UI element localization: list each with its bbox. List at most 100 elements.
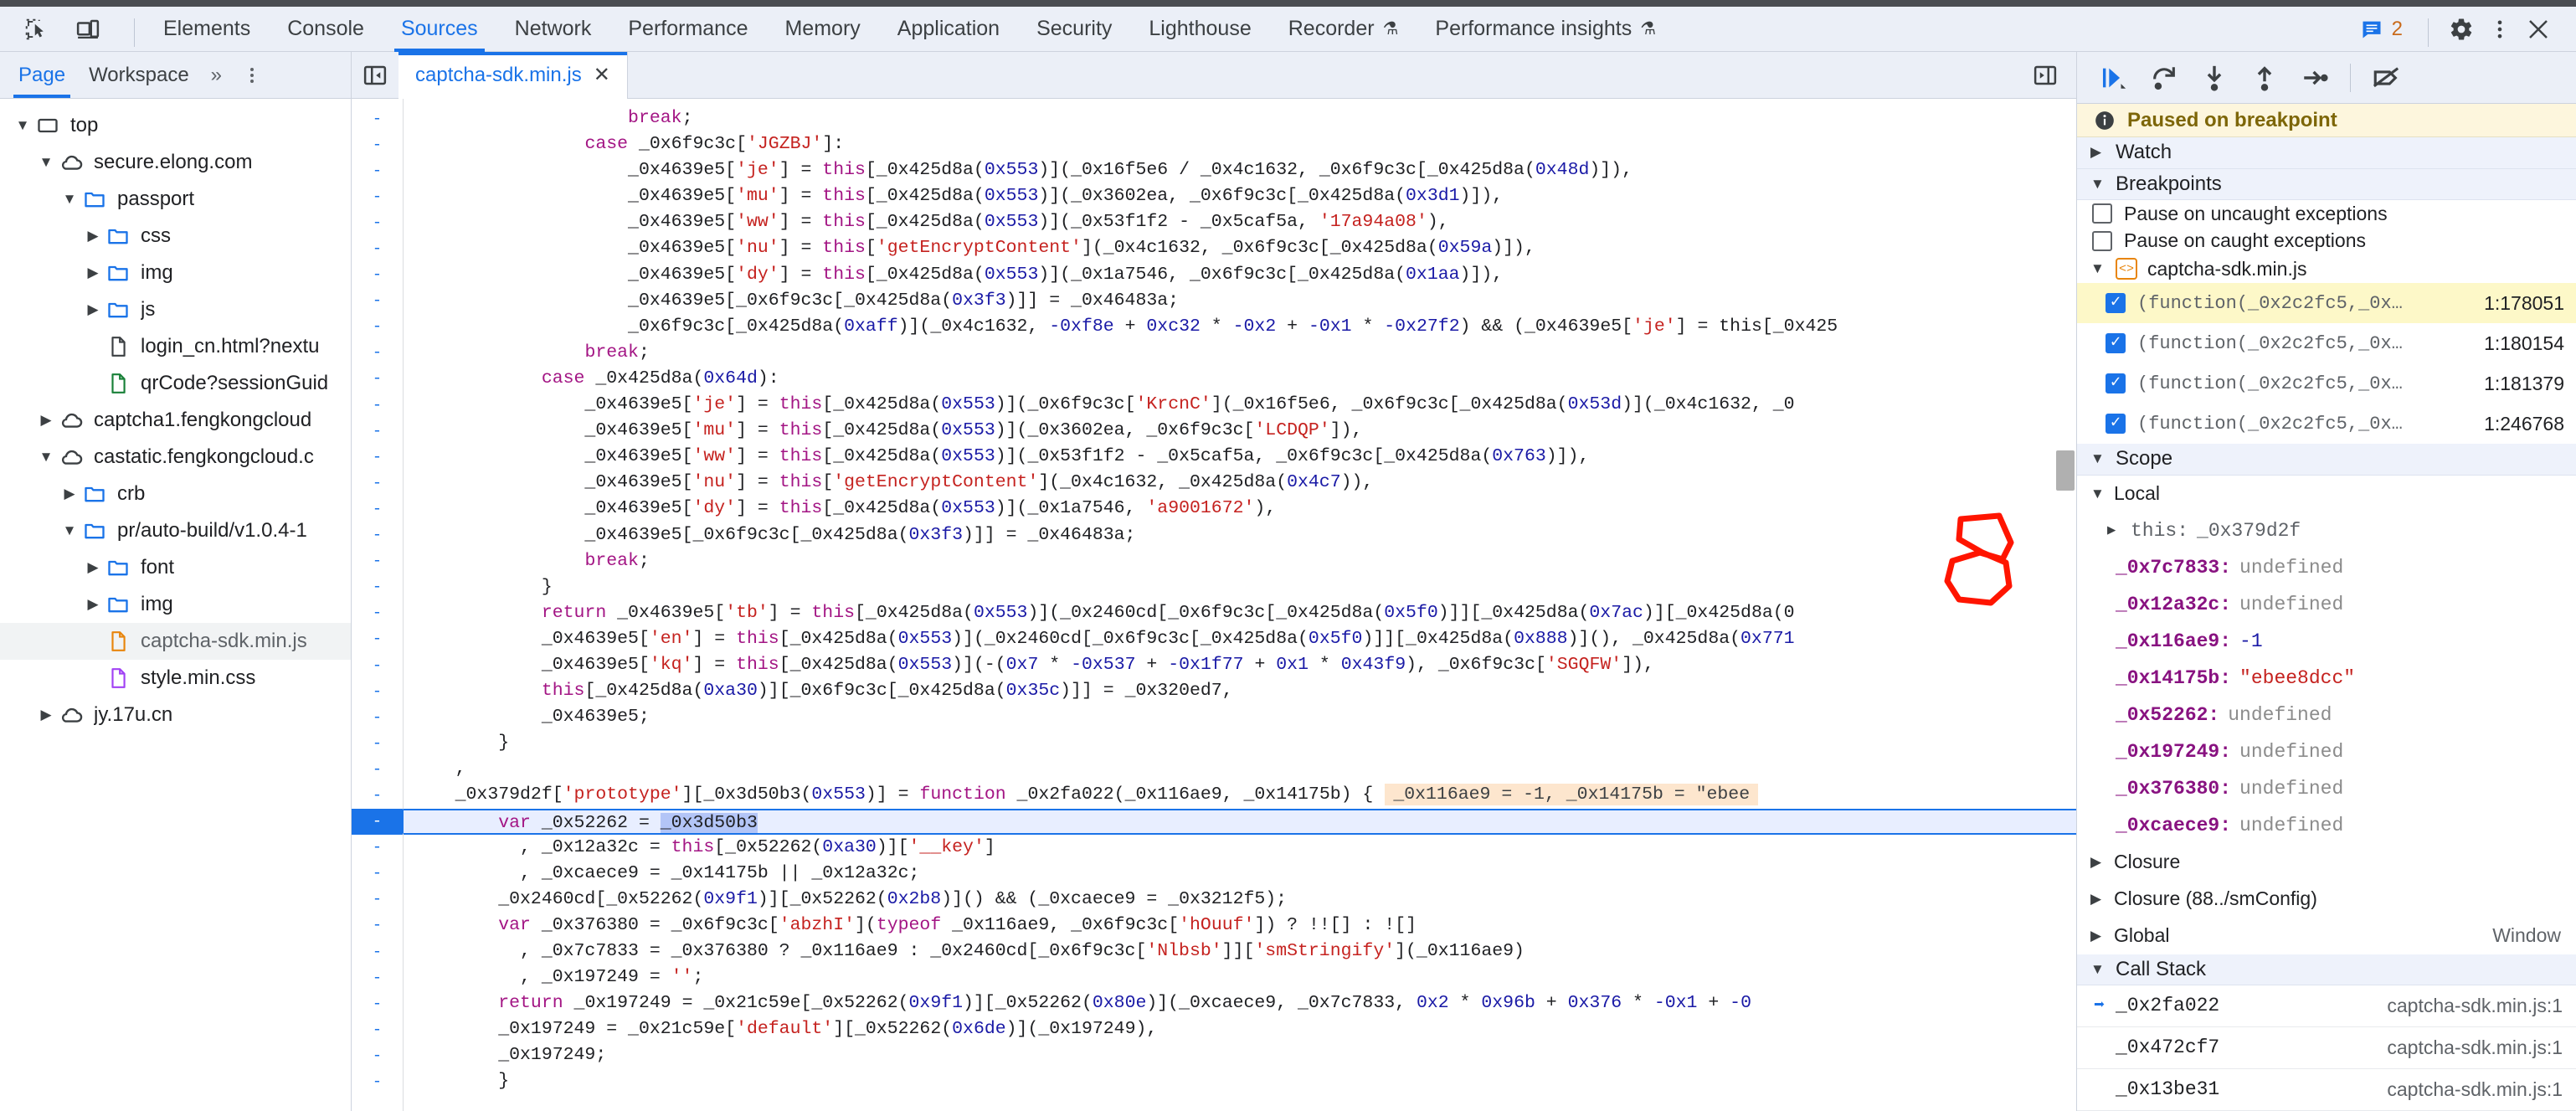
gutter-line[interactable]: - bbox=[352, 209, 403, 235]
show-debugger-sidebar-icon[interactable] bbox=[2028, 58, 2063, 93]
gutter-line[interactable]: - bbox=[352, 444, 403, 470]
step-over-next-function-call-icon[interactable] bbox=[2141, 57, 2188, 99]
tree-item[interactable]: login_cn.html?nextu bbox=[0, 328, 351, 365]
gutter-line[interactable]: - bbox=[352, 1016, 403, 1042]
gutter-line[interactable]: - bbox=[352, 964, 403, 990]
scope-variable[interactable]: _0x12a32c: undefined bbox=[2077, 586, 2576, 623]
gear-icon[interactable] bbox=[2444, 12, 2479, 47]
device-toolbar-icon[interactable] bbox=[70, 12, 105, 47]
scope-variable[interactable]: _0xcaece9: undefined bbox=[2077, 807, 2576, 844]
editor-scrollbar[interactable] bbox=[2054, 99, 2076, 1111]
tree-item[interactable]: ▼ passport bbox=[0, 181, 351, 218]
tab-sources[interactable]: Sources bbox=[383, 7, 496, 52]
gutter-line[interactable]: - bbox=[352, 861, 403, 887]
tree-item[interactable]: ▼ pr/auto-build/v1.0.4-1 bbox=[0, 512, 351, 549]
navigator-more-tabs-icon[interactable]: » bbox=[201, 64, 230, 87]
tree-item[interactable]: ▶ js bbox=[0, 291, 351, 328]
more-options-icon[interactable] bbox=[2482, 12, 2517, 47]
scope-variable[interactable]: _0x116ae9: -1 bbox=[2077, 623, 2576, 660]
tree-item[interactable]: ▼ castatic.fengkongcloud.c bbox=[0, 439, 351, 476]
gutter-line[interactable]: - bbox=[352, 235, 403, 261]
gutter-line[interactable]: - bbox=[352, 939, 403, 964]
step-icon[interactable] bbox=[2291, 57, 2338, 99]
call-stack-row[interactable]: _0x13be31 captcha-sdk.min.js:1 bbox=[2077, 1069, 2576, 1111]
breakpoints-section-header[interactable]: ▼ Breakpoints bbox=[2077, 168, 2576, 200]
gutter-line[interactable]: - bbox=[352, 652, 403, 678]
gutter-line[interactable]: - bbox=[352, 626, 403, 652]
inspect-element-icon[interactable] bbox=[18, 12, 54, 47]
tree-item[interactable]: ▼ top bbox=[0, 107, 351, 144]
scope-group-closure-88-smconfig-[interactable]: ▶ Closure (88../smConfig) bbox=[2077, 881, 2576, 918]
pause-caught-checkbox[interactable] bbox=[2092, 230, 2112, 251]
step-into-next-function-call-icon[interactable] bbox=[2191, 57, 2238, 99]
gutter-line[interactable]: - bbox=[352, 600, 403, 626]
tree-item[interactable]: ▶ img bbox=[0, 255, 351, 291]
call-stack-row[interactable]: ➡ _0x2fa022 captcha-sdk.min.js:1 bbox=[2077, 985, 2576, 1027]
gutter-line[interactable]: - bbox=[352, 913, 403, 939]
gutter-line[interactable]: - bbox=[352, 522, 403, 548]
gutter-line[interactable]: - bbox=[352, 366, 403, 392]
close-icon[interactable] bbox=[2521, 12, 2556, 47]
gutter-line[interactable]: - bbox=[352, 418, 403, 444]
resume-script-execution-icon[interactable] bbox=[2090, 57, 2137, 99]
tab-console[interactable]: Console bbox=[269, 7, 383, 52]
tree-item[interactable]: ▼ secure.elong.com bbox=[0, 144, 351, 181]
gutter-line[interactable]: - bbox=[352, 262, 403, 288]
tab-recorder[interactable]: Recorder ⚗ bbox=[1270, 7, 1417, 52]
tree-item[interactable]: ▶ css bbox=[0, 218, 351, 255]
breakpoint-row[interactable]: (function(_0x2c2fc5,_0x… 1:246768 bbox=[2077, 404, 2576, 444]
gutter-line[interactable]: - bbox=[352, 887, 403, 913]
scope-variable[interactable]: _0x52262: undefined bbox=[2077, 697, 2576, 733]
gutter-line[interactable]: - bbox=[352, 157, 403, 183]
tree-item[interactable]: qrCode?sessionGuid bbox=[0, 365, 351, 402]
scope-variable[interactable]: _0x7c7833: undefined bbox=[2077, 549, 2576, 586]
breakpoint-row[interactable]: (function(_0x2c2fc5,_0x… 1:181379 bbox=[2077, 363, 2576, 404]
tab-performance-insights[interactable]: Performance insights ⚗ bbox=[1417, 7, 1674, 52]
deactivate-breakpoints-icon[interactable] bbox=[2363, 57, 2409, 99]
gutter-line[interactable]: - bbox=[352, 730, 403, 756]
gutter-line[interactable]: - bbox=[352, 756, 403, 782]
tree-item[interactable]: ▶ crb bbox=[0, 476, 351, 512]
scope-variable[interactable]: _0x14175b: "ebee8dcc" bbox=[2077, 660, 2576, 697]
source-code[interactable]: break; case _0x6f9c3c['JGZBJ']: _0x4639e… bbox=[404, 99, 2076, 1111]
pause-on-caught-exceptions-row[interactable]: Pause on caught exceptions bbox=[2077, 228, 2576, 255]
tab-elements[interactable]: Elements bbox=[145, 7, 269, 52]
tab-memory[interactable]: Memory bbox=[766, 7, 878, 52]
call-stack-section-header[interactable]: ▼ Call Stack bbox=[2077, 954, 2576, 985]
gutter-line[interactable]: - bbox=[352, 288, 403, 314]
breakpoint-checkbox[interactable] bbox=[2106, 414, 2126, 435]
gutter-line[interactable]: - bbox=[352, 314, 403, 340]
navigator-more-options-icon[interactable] bbox=[230, 65, 274, 85]
gutter-line[interactable]: - bbox=[352, 496, 403, 522]
navigator-tab-workspace[interactable]: Workspace bbox=[77, 53, 201, 98]
gutter-line[interactable]: - bbox=[352, 835, 403, 861]
scope-variable-this[interactable]: ▶ this: _0x379d2f bbox=[2077, 512, 2576, 549]
close-icon[interactable]: ✕ bbox=[594, 63, 610, 87]
message-count-badge[interactable]: 2 bbox=[2350, 18, 2413, 41]
gutter-line[interactable]: - bbox=[352, 678, 403, 704]
gutter-line[interactable]: - bbox=[352, 782, 403, 808]
navigator-tab-page[interactable]: Page bbox=[7, 53, 77, 98]
gutter-line[interactable]: - bbox=[352, 990, 403, 1016]
gutter-line[interactable]: - bbox=[352, 808, 418, 835]
tab-security[interactable]: Security bbox=[1018, 7, 1130, 52]
tree-item[interactable]: ▶ font bbox=[0, 549, 351, 586]
gutter-line[interactable]: - bbox=[352, 131, 403, 157]
tab-performance[interactable]: Performance bbox=[609, 7, 766, 52]
gutter-line[interactable]: - bbox=[352, 1042, 403, 1068]
scope-variable[interactable]: _0x376380: undefined bbox=[2077, 770, 2576, 807]
gutter-line[interactable]: - bbox=[352, 548, 403, 574]
tab-network[interactable]: Network bbox=[496, 7, 610, 52]
tree-item[interactable]: ▶ captcha1.fengkongcloud bbox=[0, 402, 351, 439]
code-editor[interactable]: -------------------------------------- b… bbox=[352, 99, 2076, 1111]
tree-item[interactable]: captcha-sdk.min.js bbox=[0, 623, 351, 660]
breakpoint-checkbox[interactable] bbox=[2106, 293, 2126, 314]
scope-group-closure[interactable]: ▶ Closure bbox=[2077, 844, 2576, 881]
gutter-line[interactable]: - bbox=[352, 574, 403, 600]
show-navigator-icon[interactable] bbox=[352, 63, 398, 88]
scope-section-header[interactable]: ▼ Scope bbox=[2077, 444, 2576, 476]
breakpoint-row[interactable]: (function(_0x2c2fc5,_0x… 1:180154 bbox=[2077, 323, 2576, 363]
step-out-of-current-function-icon[interactable] bbox=[2241, 57, 2288, 99]
line-number-gutter[interactable]: -------------------------------------- bbox=[352, 99, 418, 1111]
tree-item[interactable]: style.min.css bbox=[0, 660, 351, 697]
